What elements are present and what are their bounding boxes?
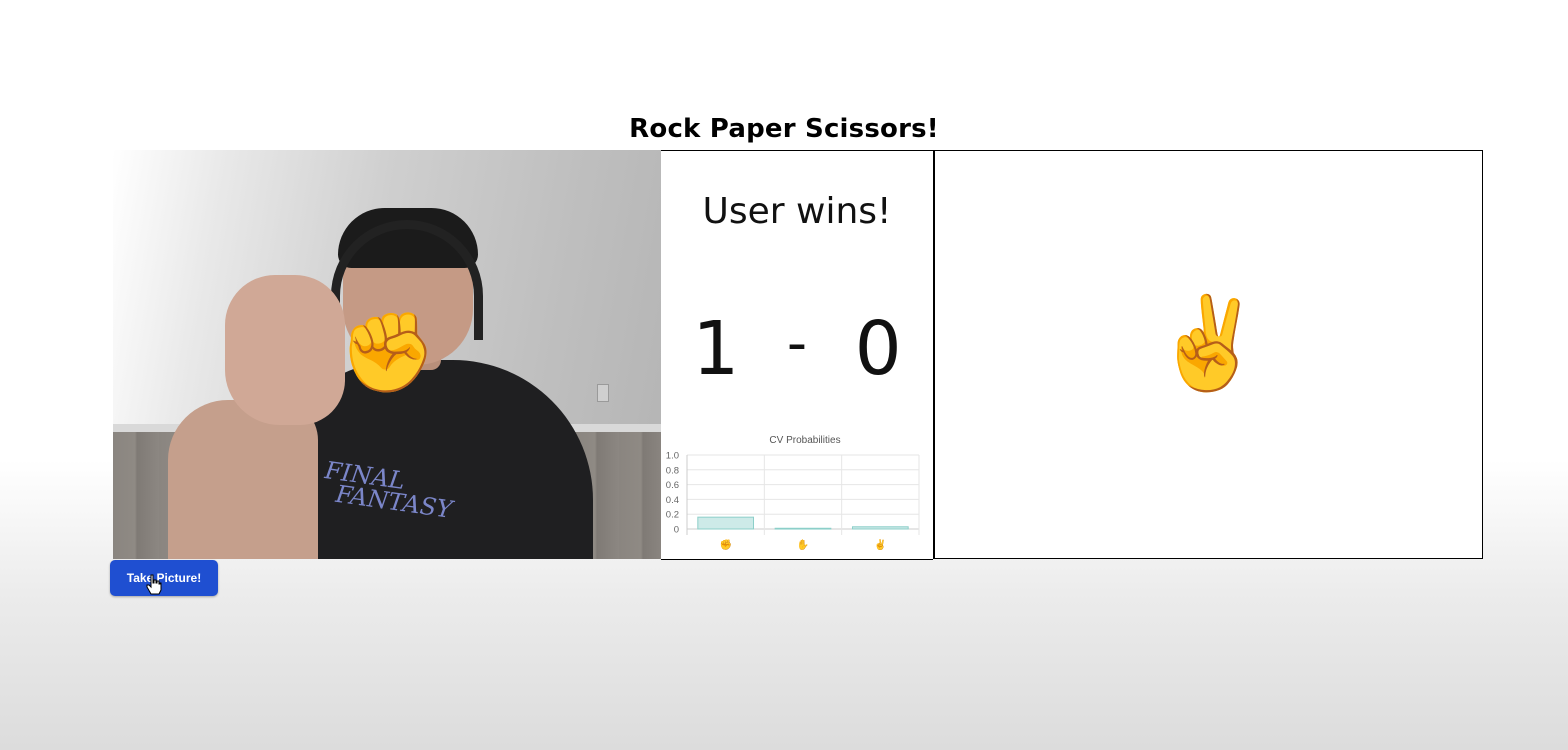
chart-bar <box>851 526 909 530</box>
chart-y-tick-label: 0.6 <box>666 480 679 491</box>
computer-move-icon: ✌️ <box>1152 294 1265 394</box>
hand-cursor-icon <box>146 574 162 595</box>
page-title: Rock Paper Scissors! <box>629 114 939 144</box>
scoreboard: 1 - 0 <box>661 306 933 392</box>
score-separator: - <box>786 311 808 376</box>
take-picture-button[interactable]: Take Picture! <box>110 560 218 596</box>
chart-x-tick-label: ✌ <box>874 538 886 551</box>
person-fist <box>225 275 345 425</box>
user-score: 1 <box>692 306 740 392</box>
wall-outlet <box>597 384 609 402</box>
result-panel: User wins! 1 - 0 CV Probabilities 1.0 0.8 0… <box>661 150 933 560</box>
chart-y-tick-label: 0 <box>674 525 679 536</box>
chart-x-tick-label: ✋ <box>797 538 809 551</box>
cv-probabilities-chart: CV Probabilities 1.0 0.8 0.6 0.4 0.2 0 ✊ ✋ ✌ <box>661 429 933 557</box>
chart-title: CV Probabilities <box>769 435 840 446</box>
computer-move-panel: ✌️ <box>933 150 1483 559</box>
chart-x-tick-label: ✊ <box>719 539 731 551</box>
chart-bar <box>774 527 832 530</box>
chart-y-tick-label: 0.8 <box>666 465 679 476</box>
chart-y-tick-label: 1.0 <box>666 451 679 462</box>
computer-score: 0 <box>854 306 902 392</box>
result-message: User wins! <box>702 191 892 232</box>
player-move-icon: ✊ <box>339 308 437 398</box>
webcam-feed: FINAL FANTASY ✊ <box>113 150 661 559</box>
chart-y-tick-label: 0.2 <box>666 510 679 521</box>
chart-y-tick-label: 0.4 <box>666 495 679 506</box>
chart-svg: CV Probabilities 1.0 0.8 0.6 0.4 0.2 0 ✊ ✋ ✌ <box>666 435 920 551</box>
chart-bar <box>697 516 755 530</box>
